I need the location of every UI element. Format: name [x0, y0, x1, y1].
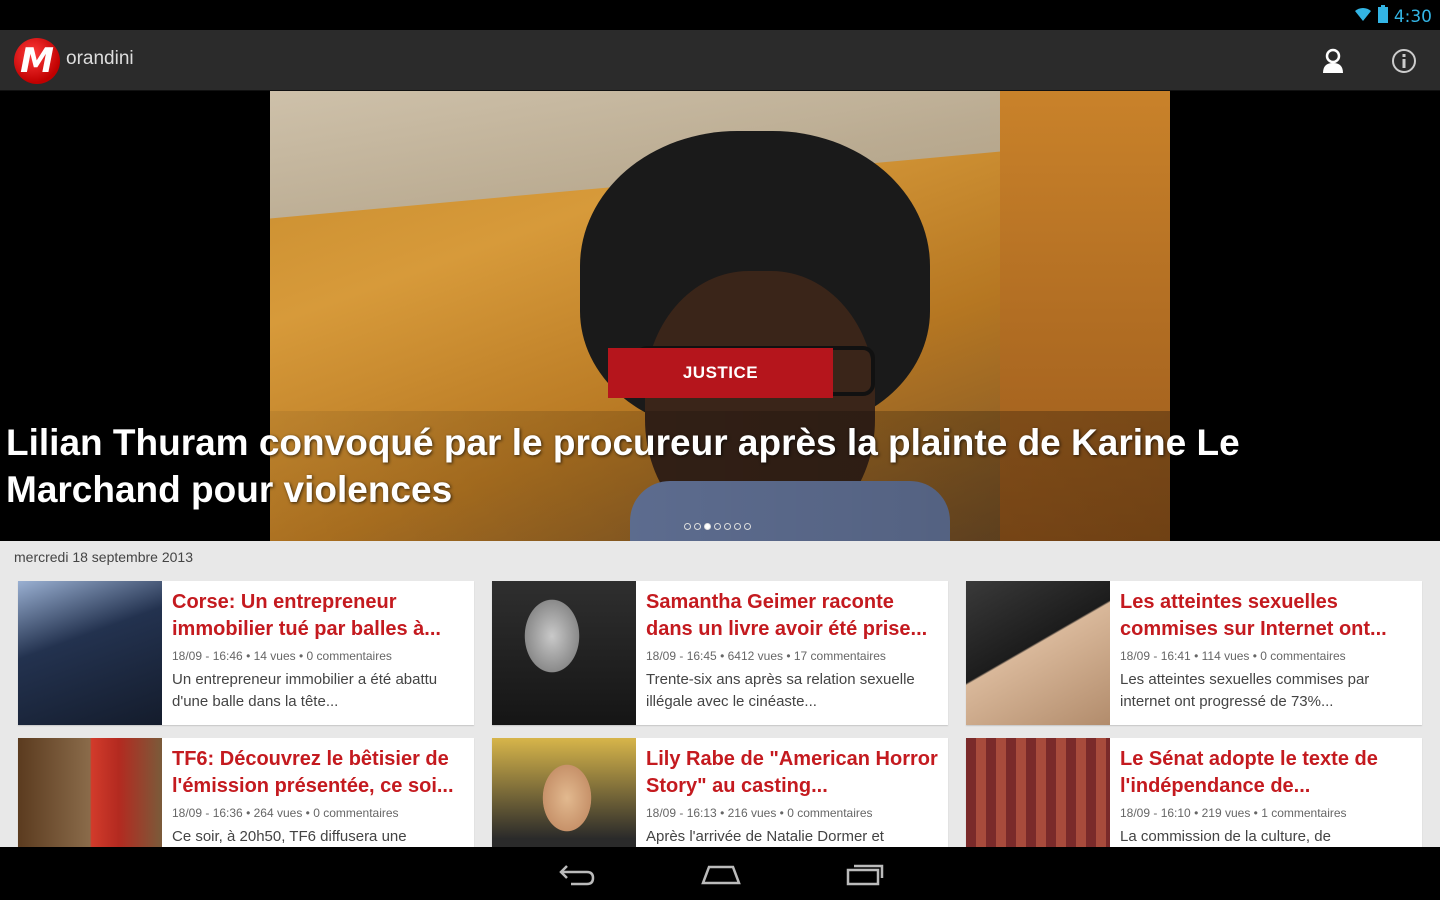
- app-logo[interactable]: M: [14, 38, 60, 84]
- article-card[interactable]: Samantha Geimer raconte dans un livre av…: [492, 581, 948, 725]
- article-excerpt: Un entrepreneur immobilier a été abattu …: [172, 671, 438, 710]
- article-meta: 18/09 - 16:10 • 219 vues • 1 commentaire…: [1120, 806, 1347, 820]
- article-title: TF6: Découvrez le bêtisier de l'émission…: [172, 748, 454, 797]
- article-thumbnail: [966, 581, 1110, 725]
- carousel-dot[interactable]: [694, 523, 701, 530]
- category-badge[interactable]: JUSTICE: [608, 348, 833, 398]
- article-title: Les atteintes sexuelles commises sur Int…: [1120, 591, 1387, 640]
- article-title: Lily Rabe de "American Horror Story" au …: [646, 748, 938, 797]
- article-meta: 18/09 - 16:46 • 14 vues • 0 commentaires: [172, 649, 392, 663]
- wifi-icon: [1354, 6, 1372, 27]
- article-excerpt: Les atteintes sexuelles commises par int…: [1120, 671, 1370, 710]
- user-icon[interactable]: [1316, 44, 1350, 78]
- app-brand: orandini: [66, 48, 134, 69]
- hero-headline[interactable]: Lilian Thuram convoqué par le procureur …: [6, 419, 1306, 513]
- article-excerpt: La commission de la culture, de: [1120, 828, 1331, 845]
- hero-carousel[interactable]: JUSTICE Lilian Thuram convoqué par le pr…: [0, 91, 1440, 541]
- article-thumbnail: [492, 738, 636, 847]
- carousel-dot[interactable]: [724, 523, 731, 530]
- feed-date: mercredi 18 septembre 2013: [14, 549, 193, 565]
- carousel-dot[interactable]: [744, 523, 751, 530]
- article-meta: 18/09 - 16:41 • 114 vues • 0 commentaire…: [1120, 649, 1346, 663]
- article-thumbnail: [966, 738, 1110, 847]
- article-meta: 18/09 - 16:13 • 216 vues • 0 commentaire…: [646, 806, 873, 820]
- article-card[interactable]: Corse: Un entrepreneur immobilier tué pa…: [18, 581, 474, 725]
- article-title: Samantha Geimer raconte dans un livre av…: [646, 591, 928, 640]
- article-title: Corse: Un entrepreneur immobilier tué pa…: [172, 591, 441, 640]
- carousel-dot[interactable]: [714, 523, 721, 530]
- battery-icon: [1377, 5, 1388, 28]
- carousel-dot[interactable]: [734, 523, 741, 530]
- article-excerpt: Après l'arrivée de Natalie Dormer et: [646, 828, 884, 845]
- article-card[interactable]: Lily Rabe de "American Horror Story" au …: [492, 738, 948, 847]
- article-excerpt: Ce soir, à 20h50, TF6 diffusera une: [172, 828, 407, 845]
- article-thumbnail: [18, 581, 162, 725]
- article-feed[interactable]: mercredi 18 septembre 2013 Corse: Un ent…: [0, 541, 1440, 847]
- article-card[interactable]: Les atteintes sexuelles commises sur Int…: [966, 581, 1422, 725]
- clock: 4:30: [1393, 6, 1432, 27]
- home-icon[interactable]: [696, 859, 746, 889]
- article-card[interactable]: Le Sénat adopte le texte de l'indépendan…: [966, 738, 1422, 847]
- article-meta: 18/09 - 16:45 • 6412 vues • 17 commentai…: [646, 649, 886, 663]
- system-nav-bar: [0, 847, 1440, 900]
- back-icon[interactable]: [552, 859, 602, 889]
- article-meta: 18/09 - 16:36 • 264 vues • 0 commentaire…: [172, 806, 399, 820]
- app-bar: M orandini: [0, 30, 1440, 91]
- carousel-dot[interactable]: [684, 523, 691, 530]
- info-icon[interactable]: [1387, 44, 1421, 78]
- article-card[interactable]: TF6: Découvrez le bêtisier de l'émission…: [18, 738, 474, 847]
- article-thumbnail: [492, 581, 636, 725]
- article-title: Le Sénat adopte le texte de l'indépendan…: [1120, 748, 1378, 797]
- article-thumbnail: [18, 738, 162, 847]
- article-excerpt: Trente-six ans après sa relation sexuell…: [646, 671, 915, 710]
- recent-apps-icon[interactable]: [840, 859, 890, 889]
- carousel-dot-active[interactable]: [704, 523, 711, 530]
- carousel-indicator: [684, 523, 751, 530]
- status-bar: 4:30: [0, 0, 1440, 30]
